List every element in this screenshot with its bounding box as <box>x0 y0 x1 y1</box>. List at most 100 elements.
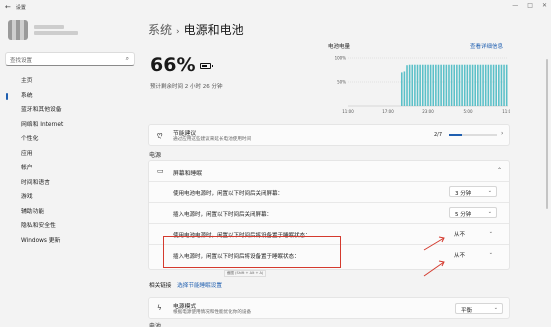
battery-usage-chart: 100% 50% 11:00 17:00 23:00 5:00 11:00 <box>335 56 510 115</box>
chart-bar <box>429 64 432 106</box>
dropdown-value: 3 分钟 <box>455 190 472 197</box>
user-profile[interactable] <box>8 20 78 40</box>
search-input[interactable]: 查找设置 ⌕ <box>5 52 135 66</box>
sidebar: 查找设置 ⌕ 主页 系统 蓝牙和其他设备 网络和 Internet 个性化 应用 帐户 时间和… <box>0 14 140 327</box>
sidebar-item[interactable]: 应用 <box>0 147 140 162</box>
chart-bar <box>482 64 484 106</box>
sidebar-item[interactable]: 蓝牙和其他设备 <box>0 103 140 118</box>
sidebar-item[interactable]: 帐户 <box>0 161 140 176</box>
view-details-link[interactable]: 查看详细信息 <box>470 42 503 50</box>
annotation-arrows <box>423 236 445 277</box>
chart-x-tick-label: 17:00 <box>382 109 394 114</box>
monitor-icon: ▭ <box>157 167 164 175</box>
chart-bar <box>490 64 492 106</box>
chart-bar <box>427 64 429 106</box>
chart-bar <box>492 64 495 106</box>
chart-x-tick-label: 23:00 <box>422 109 434 114</box>
screen-sleep-title[interactable]: 屏幕和睡眠 <box>173 168 202 177</box>
battery-usage-title: 电池电量 <box>328 44 351 50</box>
window-title: 设置 <box>15 4 26 11</box>
chart-bar <box>466 64 469 106</box>
chevron-down-icon: ⌄ <box>493 305 498 311</box>
chart-bar <box>458 64 461 106</box>
scrollbar[interactable] <box>546 59 548 209</box>
chart-bar <box>477 64 479 106</box>
chart-bar <box>463 64 466 106</box>
chart-bar <box>400 72 403 106</box>
maximize-icon[interactable]: □ <box>527 2 533 9</box>
sidebar-item[interactable]: 隐私和安全性 <box>0 219 140 234</box>
battery-screen-off-dropdown[interactable]: 3 分钟 ⌄ <box>449 186 497 197</box>
sidebar-item[interactable]: Windows 更新 <box>0 234 140 249</box>
chart-y-tick-label: 100% <box>335 56 347 61</box>
avatar <box>8 20 28 40</box>
sidebar-item[interactable]: 主页 <box>0 74 140 89</box>
dropdown-value: 5 分钟 <box>455 211 472 218</box>
chart-bar <box>453 64 456 106</box>
chart-bar <box>424 64 427 106</box>
chart-bar <box>437 64 440 106</box>
chart-bar <box>416 64 419 106</box>
plugged-screen-off-label: 插入电源时，闲置以下时间后关闭屏幕： <box>173 212 273 218</box>
battery-screen-off-label: 使用电池电源时，闲置以下时间后关闭屏幕： <box>173 191 284 197</box>
sidebar-item[interactable]: 游戏 <box>0 190 140 205</box>
chart-bar <box>484 64 487 106</box>
sidebar-item[interactable]: 网络和 Internet <box>0 118 140 133</box>
chart-bar <box>432 64 435 106</box>
plugged-sleep-dropdown[interactable]: 从不 ⌄ <box>449 249 497 260</box>
battery-icon <box>200 63 213 69</box>
sidebar-item[interactable]: 个性化 <box>0 132 140 147</box>
energy-recs-progress <box>449 134 497 136</box>
sidebar-nav: 主页 系统 蓝牙和其他设备 网络和 Internet 个性化 应用 帐户 时间和语言 游戏 辅助功… <box>0 74 140 248</box>
chart-bar <box>505 64 508 106</box>
chart-bar <box>440 64 442 106</box>
dropdown-value: 平衡 <box>461 307 473 314</box>
sidebar-item[interactable]: 系统 <box>0 89 140 104</box>
related-links: 相关链接 选择节能睡眠设置 <box>149 281 222 289</box>
battery-sleep-dropdown[interactable]: 从不 ⌄ <box>449 228 497 239</box>
energy-recommendations-card[interactable]: ღ 节能建议 通过应用这些建议来延长电池使用时间 2/7 › <box>148 124 510 146</box>
breadcrumb: 系统 › 电源和电池 <box>148 21 244 38</box>
chart-bar <box>419 64 421 106</box>
chart-bar <box>456 64 458 106</box>
breadcrumb-parent[interactable]: 系统 <box>148 23 172 37</box>
battery-section-label: 电池 <box>149 323 162 327</box>
chart-bar <box>408 64 411 106</box>
plugged-screen-off-dropdown[interactable]: 5 分钟 ⌄ <box>449 207 497 218</box>
screenshot-tooltip: 截图 (Shift + Alt + A) <box>224 270 267 277</box>
chart-bar <box>411 64 414 106</box>
back-arrow-icon[interactable]: ← <box>5 3 11 11</box>
power-mode-card: ϟ 电源模式 根据电源使用情况和性能优化你的设备 平衡 ⌄ <box>148 297 510 319</box>
battery-percent: 66% <box>150 54 196 76</box>
close-icon[interactable]: ✕ <box>542 2 547 9</box>
power-section-label: 电源 <box>149 152 162 159</box>
chart-bar <box>435 64 437 106</box>
power-mode-dropdown[interactable]: 平衡 ⌄ <box>455 303 503 314</box>
page-title: 电源和电池 <box>183 23 244 37</box>
chevron-down-icon: ⌄ <box>488 229 493 235</box>
power-mode-subtitle: 根据电源使用情况和性能优化你的设备 <box>173 310 252 315</box>
chart-bar <box>448 64 450 106</box>
minimize-icon[interactable]: — <box>512 2 518 9</box>
divider <box>149 181 509 182</box>
chart-bar <box>474 64 476 106</box>
chart-bar <box>403 71 406 106</box>
dropdown-value: 从不 <box>454 231 466 238</box>
chart-bar <box>495 64 497 106</box>
divider <box>149 202 509 203</box>
breadcrumb-separator: › <box>176 27 180 37</box>
search-placeholder: 查找设置 <box>10 58 33 64</box>
main-content: 系统 › 电源和电池 66% 预计剩余时间 2 小时 26 分钟 电池电量 查看详细… <box>140 14 551 327</box>
sidebar-item[interactable]: 时间和语言 <box>0 176 140 191</box>
chevron-right-icon: › <box>501 130 504 137</box>
power-mode-icon: ϟ <box>157 304 162 312</box>
search-icon: ⌕ <box>125 55 129 62</box>
title-bar: ← 设置 — □ ✕ <box>0 0 551 14</box>
chart-x-tick-label: 11:00 <box>502 109 510 114</box>
power-saving-sleep-link[interactable]: 选择节能睡眠设置 <box>177 283 222 289</box>
chart-bar <box>469 64 471 106</box>
sidebar-item[interactable]: 辅助功能 <box>0 205 140 220</box>
chart-bar <box>471 64 474 106</box>
chart-x-tick-label: 5:00 <box>464 109 473 114</box>
chevron-up-icon[interactable]: ⌃ <box>497 167 502 174</box>
